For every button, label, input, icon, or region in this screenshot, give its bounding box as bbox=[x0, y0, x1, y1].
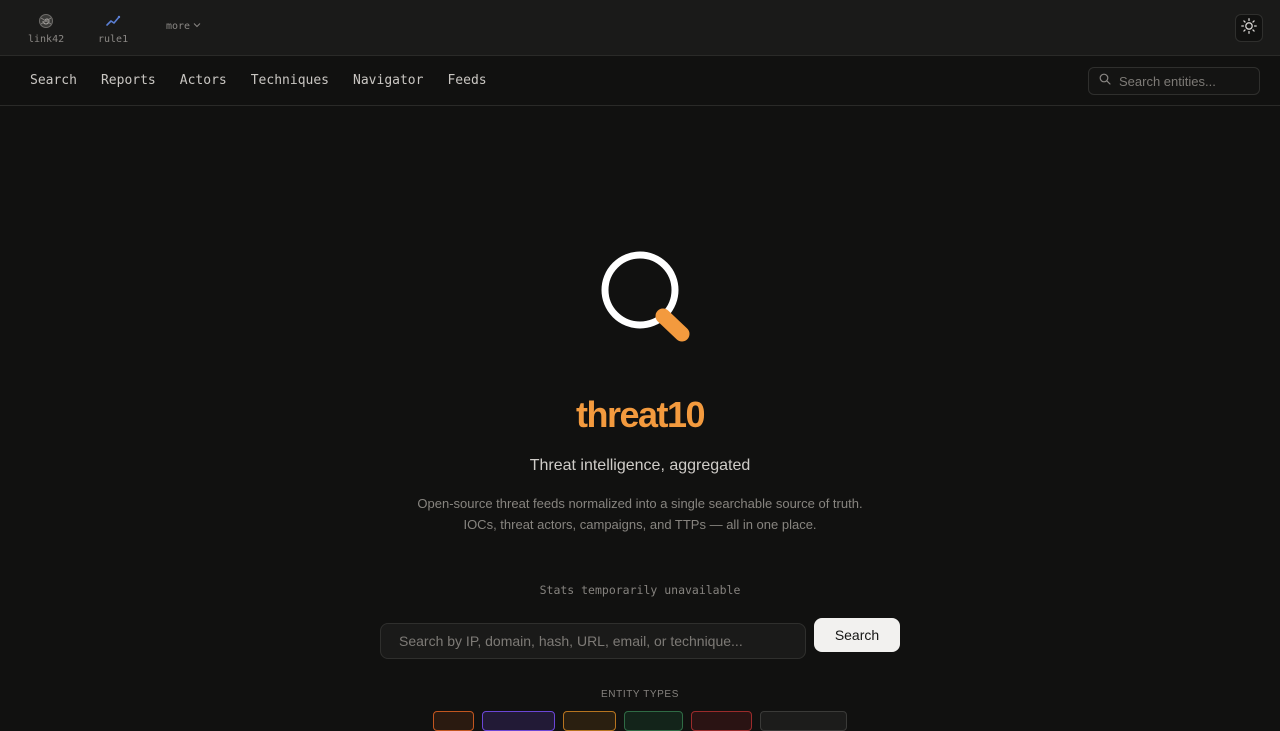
nav-link-actors[interactable]: Actors bbox=[180, 73, 227, 88]
trend-line-icon bbox=[104, 12, 122, 30]
nav-links: Search Reports Actors Techniques Navigat… bbox=[30, 56, 511, 104]
spiral-icon bbox=[37, 12, 55, 30]
chevron-down-icon bbox=[193, 21, 201, 32]
entity-type-chip[interactable] bbox=[624, 711, 683, 731]
app-link-label: rule1 bbox=[98, 34, 129, 45]
nav-link-navigator[interactable]: Navigator bbox=[353, 73, 423, 88]
tagline: Threat intelligence, aggregated bbox=[529, 457, 751, 474]
search-button[interactable]: Search bbox=[814, 618, 900, 652]
entity-type-chip[interactable] bbox=[433, 711, 474, 731]
entity-type-chip[interactable] bbox=[760, 711, 847, 731]
entity-type-chip[interactable] bbox=[563, 711, 616, 731]
main-navigation: Search Reports Actors Techniques Navigat… bbox=[0, 56, 1280, 106]
description: Open-source threat feeds normalized into… bbox=[0, 493, 1280, 535]
main-search-input[interactable] bbox=[397, 632, 789, 650]
app-link-label: link42 bbox=[28, 34, 65, 45]
search-icon bbox=[1099, 72, 1111, 90]
entity-search-input[interactable] bbox=[1117, 72, 1257, 90]
brand-title: threat10 bbox=[575, 394, 706, 435]
entity-type-chip[interactable] bbox=[482, 711, 555, 731]
magnifier-logo-icon bbox=[596, 246, 696, 346]
more-apps-menu[interactable]: more bbox=[166, 21, 201, 32]
entity-type-chip[interactable] bbox=[691, 711, 752, 731]
description-line: Open-source threat feeds normalized into… bbox=[417, 496, 863, 511]
app-link-link42[interactable]: link42 bbox=[28, 12, 64, 45]
nav-link-reports[interactable]: Reports bbox=[101, 73, 156, 88]
more-label: more bbox=[166, 21, 191, 32]
nav-link-techniques[interactable]: Techniques bbox=[251, 73, 329, 88]
entity-search-box[interactable] bbox=[1088, 67, 1260, 95]
app-switcher-bar: link42 rule1 more bbox=[0, 0, 1280, 56]
theme-toggle-button[interactable] bbox=[1235, 14, 1263, 42]
description-line: IOCs, threat actors, campaigns, and TTPs… bbox=[463, 517, 817, 532]
nav-link-search[interactable]: Search bbox=[30, 73, 77, 88]
stats-status: Stats temporarily unavailable bbox=[539, 583, 741, 597]
main-search-box[interactable] bbox=[380, 623, 806, 659]
entity-types-heading: ENTITY TYPES bbox=[601, 689, 679, 700]
nav-link-feeds[interactable]: Feeds bbox=[447, 73, 486, 88]
app-link-rule1[interactable]: rule1 bbox=[98, 12, 128, 45]
sun-icon bbox=[1241, 17, 1257, 39]
